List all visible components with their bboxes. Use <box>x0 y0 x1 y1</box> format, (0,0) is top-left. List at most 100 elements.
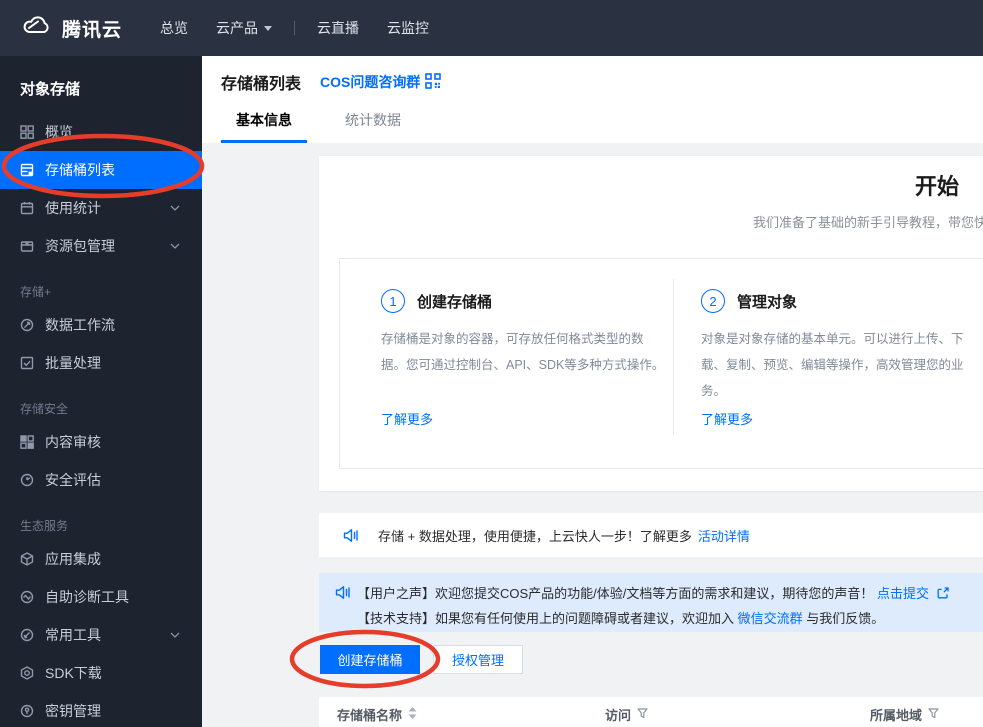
grid-icon <box>20 125 34 139</box>
nav-products-label: 云产品 <box>216 20 259 36</box>
cos-consult-group-link[interactable]: COS问题咨询群 <box>320 72 442 92</box>
qr-code-icon <box>425 72 442 92</box>
sidebar-item-app-integration[interactable]: 应用集成 <box>0 540 202 578</box>
auth-manage-button[interactable]: 授权管理 <box>433 645 523 674</box>
tencent-cloud-logo[interactable]: 腾讯云 <box>22 14 122 42</box>
sidebar-item-label: 存储桶列表 <box>45 162 115 178</box>
package-icon <box>20 239 34 253</box>
feedback-line2-text: 【技术支持】如果您有任何使用上的问题障碍或者建议，欢迎加入 <box>357 611 735 626</box>
feedback-line-2: 【技术支持】如果您有任何使用上的问题障碍或者建议，欢迎加入 微信交流群 与我们反… <box>357 606 983 631</box>
sidebar-item-label: SDK下载 <box>45 665 102 681</box>
guide-subtitle: 我们准备了基础的新手引导教程，带您快速 <box>753 215 983 230</box>
action-button-row: 创建存储桶 授权管理 <box>320 645 523 674</box>
sidebar-item-key-management[interactable]: 密钥管理 <box>0 692 202 727</box>
column-label: 访问 <box>605 708 632 723</box>
topnav-divider <box>294 21 296 35</box>
promo-activity-link[interactable]: 活动详情 <box>698 526 750 545</box>
guide-title: 开始 <box>915 174 960 199</box>
step-description: 对象是对象存储的基本单元。可以进行上传、下载、复制、预览、编辑等操作，高效管理您… <box>701 332 964 398</box>
step-number-badge: 1 <box>381 289 405 313</box>
learn-more-link[interactable]: 了解更多 <box>381 409 433 428</box>
cloud-logo-icon <box>22 14 52 42</box>
column-bucket-name[interactable]: 存储桶名称 <box>337 705 417 724</box>
nav-live-label: 云直播 <box>317 20 360 36</box>
logo-text: 腾讯云 <box>62 19 123 41</box>
create-bucket-button[interactable]: 创建存储桶 <box>320 645 420 674</box>
hexagon-icon <box>20 666 34 680</box>
external-link-icon <box>937 587 949 599</box>
chevron-down-icon <box>170 243 180 249</box>
page-header: 存储桶列表 COS问题咨询群 基本信息 统计数据 <box>202 56 983 143</box>
promo-banner: 存储 + 数据处理，使用便捷，上云快人一步！了解更多 活动详情 <box>319 513 983 557</box>
wechat-group-link[interactable]: 微信交流群 <box>738 611 803 626</box>
sidebar-item-resource-packages[interactable]: 资源包管理 <box>0 227 202 265</box>
check-square-icon <box>20 356 34 370</box>
tab-bar: 基本信息 统计数据 <box>221 100 416 143</box>
chevron-down-icon <box>264 25 273 31</box>
tencent-cloud-console: 腾讯云 总览 云产品 云直播 云监控 对象存储 概览 存储桶列表 使用统计 资源… <box>0 0 983 727</box>
content-area: 开始 我们准备了基础的新手引导教程，带您快速 1 创建存储桶 存储桶是对象的容器… <box>202 143 983 727</box>
wrench-icon <box>20 628 34 642</box>
sort-icon[interactable] <box>408 707 417 722</box>
bucket-table-header: 存储桶名称 访问 所属地域 <box>319 697 983 727</box>
sidebar-item-self-diagnosis[interactable]: 自助诊断工具 <box>0 578 202 616</box>
sidebar-item-overview[interactable]: 概览 <box>0 113 202 151</box>
step-description: 存储桶是对象的容器，可存放任何格式类型的数据。您可通过控制台、API、SDK等多… <box>381 332 665 372</box>
chevron-down-icon <box>170 205 180 211</box>
filter-icon[interactable] <box>928 707 939 722</box>
main-area: 存储桶列表 COS问题咨询群 基本信息 统计数据 开始 我们准备了基础的新手引导… <box>202 56 983 727</box>
topnav: 总览 云产品 云直播 云监控 <box>146 18 443 38</box>
feedback-line-1: 【用户之声】欢迎您提交COS产品的功能/体验/文档等方面的需求和建议，期待您的声… <box>357 581 983 606</box>
sidebar-item-data-workflow[interactable]: 数据工作流 <box>0 306 202 344</box>
megaphone-icon <box>335 585 351 600</box>
page-title: 存储桶列表 <box>221 76 302 93</box>
bucket-icon <box>20 163 34 177</box>
sidebar-item-label: 资源包管理 <box>45 238 115 254</box>
sidebar-item-sdk-download[interactable]: SDK下载 <box>0 654 202 692</box>
column-access[interactable]: 访问 <box>605 705 648 724</box>
key-lock-icon <box>20 704 34 718</box>
feedback-line1-text: 【用户之声】欢迎您提交COS产品的功能/体验/文档等方面的需求和建议，期待您的声… <box>357 586 874 601</box>
nav-cloud-live[interactable]: 云直播 <box>303 18 373 38</box>
sidebar-item-usage-stats[interactable]: 使用统计 <box>0 189 202 227</box>
step-header: 1 创建存储桶 <box>381 289 673 313</box>
sidebar-section-eco-services: 生态服务 <box>20 519 69 533</box>
calendar-icon <box>20 201 34 215</box>
sidebar-item-common-tools[interactable]: 常用工具 <box>0 616 202 654</box>
step-header: 2 管理对象 <box>701 289 983 313</box>
chevron-down-icon <box>170 632 180 638</box>
tab-basic-info[interactable]: 基本信息 <box>221 100 307 143</box>
sidebar-item-label: 数据工作流 <box>45 317 115 333</box>
promo-text: 存储 + 数据处理，使用便捷，上云快人一步！了解更多 <box>378 528 692 544</box>
workflow-icon <box>20 318 34 332</box>
sidebar-item-label: 自助诊断工具 <box>45 589 129 605</box>
step-manage-objects: 2 管理对象 对象是对象存储的基本单元。可以进行上传、下载、复制、预览、编辑等操… <box>674 259 983 468</box>
tab-statistics[interactable]: 统计数据 <box>330 100 416 143</box>
filter-icon[interactable] <box>637 707 648 722</box>
sidebar-item-bucket-list[interactable]: 存储桶列表 <box>0 151 202 189</box>
column-region[interactable]: 所属地域 <box>870 705 939 724</box>
sidebar-item-label: 常用工具 <box>45 627 101 643</box>
sidebar-item-content-audit[interactable]: 内容审核 <box>0 423 202 461</box>
submit-feedback-link[interactable]: 点击提交 <box>877 586 929 601</box>
nav-cloud-monitor[interactable]: 云监控 <box>373 18 443 38</box>
nav-overview[interactable]: 总览 <box>146 18 202 38</box>
sidebar-section-storage-security: 存储安全 <box>20 402 69 416</box>
sidebar-item-label: 内容审核 <box>45 434 101 450</box>
onboarding-card: 开始 我们准备了基础的新手引导教程，带您快速 1 创建存储桶 存储桶是对象的容器… <box>319 156 983 491</box>
sidebar-item-label: 安全评估 <box>45 472 101 488</box>
sidebar: 对象存储 概览 存储桶列表 使用统计 资源包管理 存储+ 数据工作流 批量处理 <box>0 56 202 727</box>
qr-link-label: COS问题咨询群 <box>320 74 421 90</box>
nav-cloud-products[interactable]: 云产品 <box>202 18 286 38</box>
sidebar-section-storage-plus: 存储+ <box>20 285 52 299</box>
sidebar-item-label: 应用集成 <box>45 551 101 567</box>
sidebar-item-label: 概览 <box>45 124 73 140</box>
grid-icon <box>20 435 34 449</box>
learn-more-link[interactable]: 了解更多 <box>701 409 753 428</box>
column-label: 所属地域 <box>870 708 923 723</box>
feedback-text: 【用户之声】欢迎您提交COS产品的功能/体验/文档等方面的需求和建议，期待您的声… <box>357 581 983 631</box>
sidebar-item-batch-processing[interactable]: 批量处理 <box>0 344 202 382</box>
sidebar-item-label: 批量处理 <box>45 355 101 371</box>
megaphone-icon <box>343 528 359 543</box>
sidebar-item-security-assessment[interactable]: 安全评估 <box>0 461 202 499</box>
